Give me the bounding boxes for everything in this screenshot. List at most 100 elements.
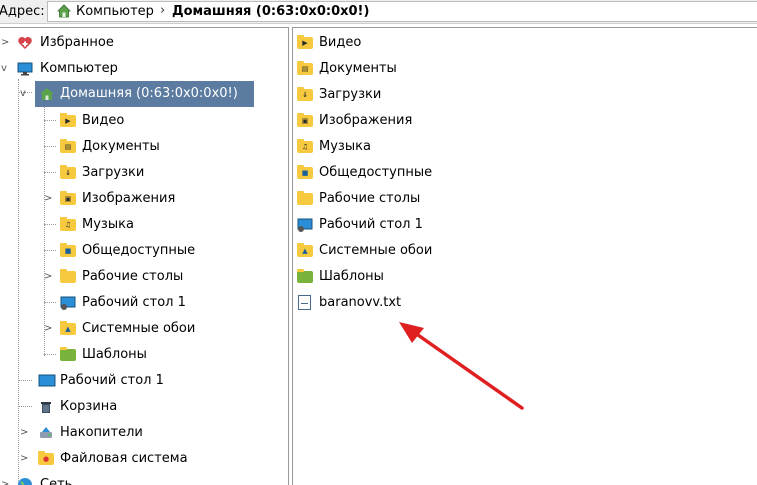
chevron-right-icon[interactable]: > <box>20 427 28 439</box>
heart-icon <box>17 35 33 51</box>
tree-item-desktops[interactable]: > Рабочие столы <box>0 266 288 288</box>
list-item[interactable]: ▶ Видео <box>293 32 757 54</box>
tree-item-label: Сеть <box>40 477 73 485</box>
file-name: Рабочий стол 1 <box>319 217 423 232</box>
tree-item-label: Музыка <box>82 217 134 232</box>
videos-folder-icon: ▶ <box>60 113 76 127</box>
list-item[interactable]: ▣ Изображения <box>293 110 757 132</box>
templates-folder-icon <box>60 347 76 361</box>
pictures-folder-icon: ▣ <box>60 191 76 205</box>
tree-item-label: Избранное <box>40 35 114 50</box>
pictures-folder-icon: ▣ <box>297 113 313 127</box>
file-name: Рабочие столы <box>319 191 421 206</box>
tree-item-label: Документы <box>82 139 160 154</box>
chevron-right-icon[interactable]: > <box>44 193 52 205</box>
tree-item-label: Корзина <box>60 399 118 414</box>
tree-item-favorites[interactable]: > Избранное <box>0 32 288 54</box>
tree-item-trash[interactable]: Корзина <box>0 396 288 418</box>
tree-item-label: Компьютер <box>40 61 118 76</box>
file-name: baranovv.txt <box>319 295 402 310</box>
file-name: Документы <box>319 61 397 76</box>
tree-item-label: Накопители <box>60 425 143 440</box>
tree-item-label: Файловая система <box>60 451 188 466</box>
tree-item-desktop1[interactable]: Рабочий стол 1 <box>0 292 288 314</box>
list-item[interactable]: ▤ Документы <box>293 58 757 80</box>
public-folder-icon: ■ <box>297 165 313 179</box>
tree-item-downloads[interactable]: ↓ Загрузки <box>0 162 288 184</box>
chevron-right-icon[interactable]: > <box>1 37 9 49</box>
file-name: Системные обои <box>319 243 433 258</box>
address-bar: Адрес: Компьютер › Домашняя (0:63:0x0:0x… <box>0 0 757 24</box>
filesystem-folder-icon: ● <box>38 451 54 465</box>
folder-icon <box>297 191 313 205</box>
breadcrumb-home[interactable]: Домашняя (0:63:0x0:0x0!) <box>172 4 369 19</box>
file-name: Музыка <box>319 139 371 154</box>
downloads-folder-icon: ↓ <box>60 165 76 179</box>
file-name: Общедоступные <box>319 165 433 180</box>
tree-item-filesystem[interactable]: > ● Файловая система <box>0 448 288 470</box>
text-file-icon <box>298 295 311 310</box>
chevron-down-icon[interactable]: v <box>20 88 26 100</box>
list-item[interactable]: ▲ Системные обои <box>293 240 757 262</box>
chevron-right-icon[interactable]: > <box>20 453 28 465</box>
music-folder-icon: ♫ <box>60 217 76 231</box>
chevron-down-icon[interactable]: v <box>1 63 7 75</box>
file-name: Изображения <box>319 113 413 128</box>
tree-item-label: Видео <box>82 113 125 128</box>
list-item[interactable]: Шаблоны <box>293 266 757 288</box>
templates-folder-icon <box>297 269 313 283</box>
wallpapers-folder-icon: ▲ <box>297 243 313 257</box>
list-item[interactable]: ■ Общедоступные <box>293 162 757 184</box>
desktop-icon <box>297 217 313 233</box>
tree-item-network[interactable]: > Сеть <box>0 474 288 485</box>
videos-folder-icon: ▶ <box>297 35 313 49</box>
tree-item-label: Домашняя (0:63:0x0:0x0!) <box>60 86 238 101</box>
list-item[interactable]: Рабочие столы <box>293 188 757 210</box>
tree-item-label: Загрузки <box>82 165 145 180</box>
tree-item-label: Системные обои <box>82 321 196 336</box>
monitor-icon <box>17 61 33 77</box>
chevron-right-icon[interactable]: > <box>1 479 9 485</box>
home-folder-icon <box>39 86 55 102</box>
drives-icon <box>38 425 54 441</box>
tree-item-documents[interactable]: ▤ Документы <box>0 136 288 158</box>
desktop-icon <box>38 373 56 389</box>
tree-item-computer[interactable]: v Компьютер <box>0 58 288 80</box>
address-label: Адрес: <box>0 4 45 19</box>
file-name: Загрузки <box>319 87 382 102</box>
trash-icon <box>38 399 54 415</box>
tree-item-label: Рабочие столы <box>82 269 184 284</box>
desktop-icon <box>60 295 76 311</box>
documents-folder-icon: ▤ <box>60 139 76 153</box>
breadcrumb-separator: › <box>160 3 166 18</box>
list-item[interactable]: ↓ Загрузки <box>293 84 757 106</box>
music-folder-icon: ♫ <box>297 139 313 153</box>
tree-item-label: Рабочий стол 1 <box>82 295 186 310</box>
folder-icon <box>60 269 76 283</box>
downloads-folder-icon: ↓ <box>297 87 313 101</box>
wallpapers-folder-icon: ▲ <box>60 321 76 335</box>
tree-item-public[interactable]: ■ Общедоступные <box>0 240 288 262</box>
tree-item-label: Изображения <box>82 191 176 206</box>
home-crumb-icon[interactable] <box>57 4 71 22</box>
list-item[interactable]: Рабочий стол 1 <box>293 214 757 236</box>
tree-item-label: Шаблоны <box>82 347 147 362</box>
globe-icon <box>17 477 33 485</box>
tree-item-label: Рабочий стол 1 <box>60 373 164 388</box>
tree-item-videos[interactable]: ▶ Видео <box>0 110 288 132</box>
tree-item-music[interactable]: ♫ Музыка <box>0 214 288 236</box>
list-item[interactable]: ♫ Музыка <box>293 136 757 158</box>
chevron-right-icon[interactable]: > <box>44 271 52 283</box>
folder-tree[interactable]: > Избранное v Компьютер v Домашняя (0:63… <box>0 27 289 485</box>
chevron-right-icon[interactable]: > <box>44 323 52 335</box>
tree-item-drives[interactable]: > Накопители <box>0 422 288 444</box>
tree-item-wallpapers[interactable]: > ▲ Системные обои <box>0 318 288 340</box>
file-list[interactable]: ▶ Видео ▤ Документы ↓ Загрузки ▣ Изображ… <box>292 27 757 485</box>
tree-item-templates[interactable]: Шаблоны <box>0 344 288 366</box>
breadcrumb-computer[interactable]: Компьютер <box>76 4 154 19</box>
tree-item-home[interactable]: v Домашняя (0:63:0x0:0x0!) <box>0 83 288 105</box>
tree-item-desktop1-root[interactable]: Рабочий стол 1 <box>0 370 288 392</box>
list-item-text-file[interactable]: baranovv.txt <box>293 292 757 314</box>
documents-folder-icon: ▤ <box>297 61 313 75</box>
tree-item-pictures[interactable]: > ▣ Изображения <box>0 188 288 210</box>
